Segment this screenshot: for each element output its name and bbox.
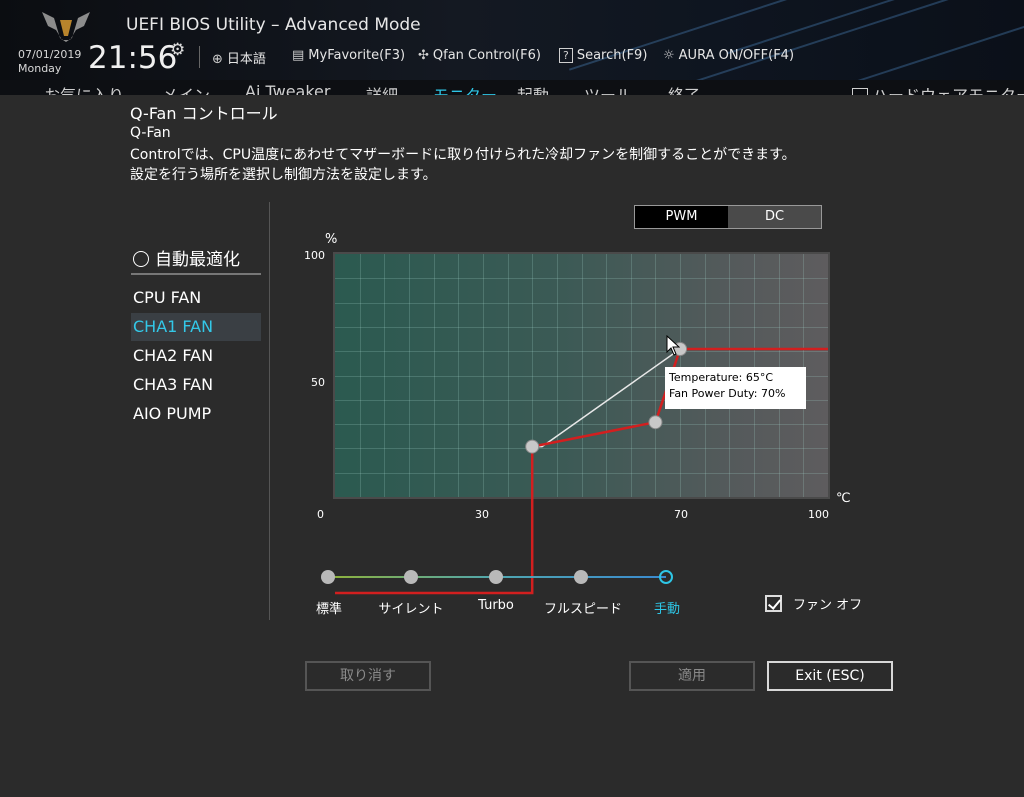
menu-item-ai-tweaker[interactable]: Ai Tweaker	[245, 82, 330, 95]
gauge-icon	[133, 251, 149, 267]
preset-standard-label[interactable]: 標準	[289, 598, 369, 617]
y-tick-label: 50	[311, 376, 325, 389]
question-icon: ?	[559, 48, 573, 63]
fan-icon: ✣	[418, 48, 429, 63]
fan-item-cha3[interactable]: CHA3 FAN	[131, 371, 261, 399]
qfan-control-button[interactable]: ✣ Qfan Control(F6)	[418, 48, 541, 63]
grid-line	[335, 302, 828, 304]
menu-item-advanced[interactable]: 詳細	[366, 82, 398, 95]
menu-item-main[interactable]: メイン	[162, 82, 210, 95]
apply-button[interactable]: 適用	[629, 661, 755, 691]
preset-silent-dot[interactable]	[404, 570, 418, 584]
x-axis-label: ℃	[836, 491, 851, 506]
mode-dc-option[interactable]: DC	[728, 206, 821, 228]
grid-line	[335, 424, 828, 426]
fan-item-cha1[interactable]: CHA1 FAN	[131, 313, 261, 341]
y-tick-label: 100	[304, 249, 325, 262]
menu-item-boot[interactable]: 起動	[517, 82, 549, 95]
dialog-subtitle: Q-Fan	[130, 125, 171, 141]
cancel-button[interactable]: 取り消す	[305, 661, 431, 691]
background-streak	[727, 0, 1013, 55]
auto-tune-label: 自動最適化	[155, 250, 240, 270]
exit-button[interactable]: Exit (ESC)	[767, 661, 893, 691]
hardware-monitor-label: ハードウェアモニター	[872, 86, 1024, 95]
preset-manual-label[interactable]: 手動	[627, 598, 707, 617]
globe-icon: ⊕	[212, 52, 223, 67]
x-tick-label: 70	[674, 508, 688, 521]
dialog-description: Controlでは、CPU温度にあわせてマザーボードに取り付けられた冷却ファンを…	[130, 145, 930, 185]
grid-line	[335, 448, 828, 450]
hardware-monitor-tab[interactable]: ハードウェアモニター	[852, 82, 1024, 95]
light-icon: ☼	[663, 48, 675, 63]
monitor-icon	[852, 88, 868, 95]
search-button[interactable]: ? Search(F9)	[559, 48, 647, 63]
myfavorite-label: MyFavorite(F3)	[308, 48, 406, 63]
search-label: Search(F9)	[576, 48, 648, 63]
app-title: UEFI BIOS Utility – Advanced Mode	[126, 15, 421, 35]
description-line: Controlでは、CPU温度にあわせてマザーボードに取り付けられた冷却ファンを…	[130, 147, 796, 163]
x-tick-label: 100	[808, 508, 829, 521]
gear-icon[interactable]: ⚙	[170, 40, 185, 60]
preset-full-speed-dot[interactable]	[574, 570, 588, 584]
preset-turbo-label[interactable]: Turbo	[456, 598, 536, 613]
top-bar: UEFI BIOS Utility – Advanced Mode 07/01/…	[0, 0, 1024, 95]
grid-line	[335, 472, 828, 474]
keyboard-icon: ▤	[292, 48, 305, 63]
menu-item-monitor[interactable]: モニター	[433, 82, 497, 95]
toolbar-separator	[199, 46, 200, 68]
vertical-divider	[269, 202, 270, 620]
myfavorite-button[interactable]: ▤ MyFavorite(F3)	[292, 48, 405, 63]
y-axis-label: %	[325, 232, 338, 247]
preset-manual-dot[interactable]	[659, 570, 673, 584]
main-menu: お気に入り メイン Ai Tweaker 詳細 モニター 起動 ツール 終了 ハ…	[0, 80, 1024, 95]
x-tick-label: 30	[475, 508, 489, 521]
dialog-title: Q-Fan コントロール	[130, 104, 278, 123]
fan-item-aio-pump[interactable]: AIO PUMP	[131, 400, 261, 428]
language-button[interactable]: ⊕ 日本語	[212, 48, 266, 67]
date-display: 07/01/2019 Monday	[18, 48, 81, 76]
preset-full-speed-label[interactable]: フルスピード	[541, 598, 625, 617]
preset-turbo-dot[interactable]	[489, 570, 503, 584]
menu-item-favorites[interactable]: お気に入り	[44, 82, 124, 95]
auto-tune-button[interactable]: 自動最適化	[133, 245, 240, 270]
qfan-control-label: Qfan Control(F6)	[432, 48, 541, 63]
control-mode-switch[interactable]: PWM DC	[634, 205, 822, 229]
mode-pwm-option[interactable]: PWM	[635, 206, 728, 228]
mouse-cursor-icon	[666, 335, 680, 356]
tuf-logo-icon	[42, 12, 90, 42]
x-tick-label: 0	[317, 508, 324, 521]
grid-line	[335, 326, 828, 328]
tooltip-temperature: Temperature: 65°C	[669, 371, 774, 384]
description-line: 設定を行う場所を選択し制御方法を設定します。	[130, 167, 437, 183]
menu-item-exit[interactable]: 終了	[668, 82, 700, 95]
sidebar-divider	[131, 273, 261, 275]
date-text: 07/01/2019	[18, 48, 82, 61]
aura-label: AURA ON/OFF(F4)	[678, 48, 795, 63]
language-label: 日本語	[226, 52, 266, 67]
grid-line	[335, 278, 828, 280]
grid-line	[335, 351, 828, 353]
qfan-dialog: Q-Fan コントロール Q-Fan Controlでは、CPU温度にあわせてマ…	[0, 95, 1024, 702]
preset-silent-label[interactable]: サイレント	[371, 598, 451, 617]
weekday-text: Monday	[18, 62, 62, 75]
clock-display: 21:56	[88, 40, 178, 76]
preset-standard-dot[interactable]	[321, 570, 335, 584]
fan-item-cpu[interactable]: CPU FAN	[131, 284, 261, 312]
fan-off-label: ファン オフ	[793, 598, 863, 613]
fan-item-cha2[interactable]: CHA2 FAN	[131, 342, 261, 370]
aura-button[interactable]: ☼ AURA ON/OFF(F4)	[663, 48, 794, 63]
fan-off-checkbox[interactable]	[765, 595, 782, 612]
menu-item-tool[interactable]: ツール	[584, 82, 632, 95]
point-tooltip: Temperature: 65°C Fan Power Duty: 70%	[665, 367, 806, 409]
tooltip-duty: Fan Power Duty: 70%	[669, 387, 786, 400]
